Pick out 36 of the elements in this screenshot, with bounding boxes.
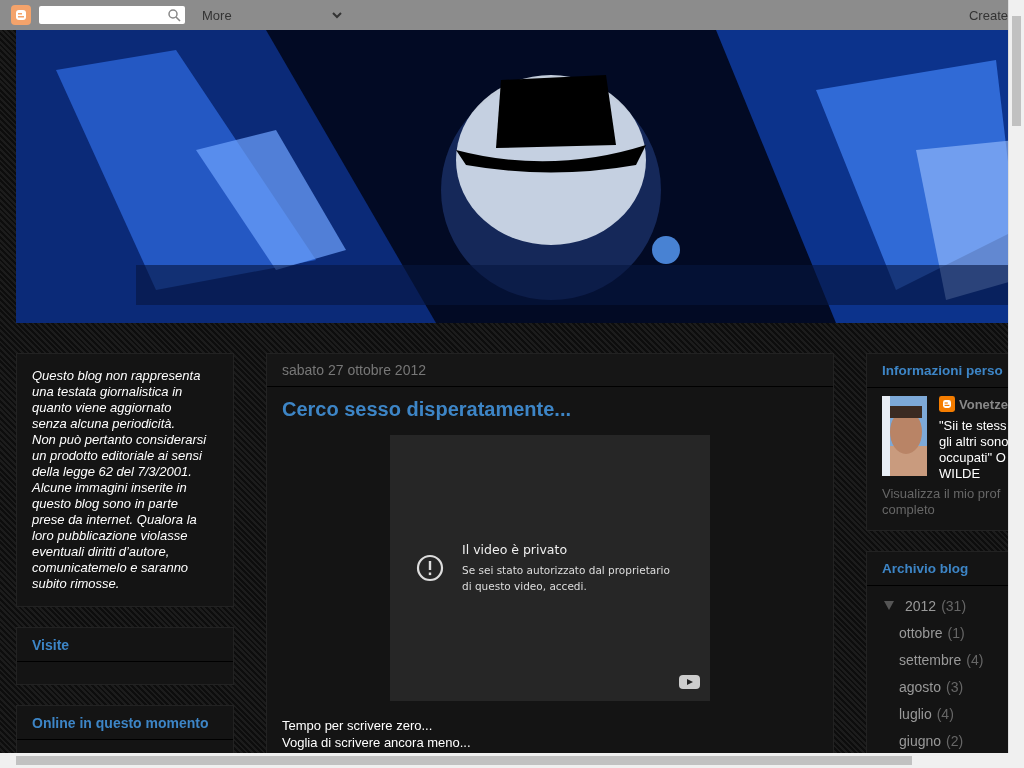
video-status-title: Il video è privato [462,542,569,557]
search-field[interactable] [39,6,185,24]
widget-title: Visite [17,628,233,662]
archive-month[interactable]: ottobre [899,624,943,641]
video-embed[interactable]: Il video è privato Se sei stato autorizzato dal proprietario di questo video, accedi. [390,435,710,701]
vertical-scrollbar[interactable] [1008,0,1024,753]
archive-year[interactable]: 2012 [905,597,937,614]
alert-icon [416,554,444,582]
search-icon[interactable] [168,8,181,22]
triangle-down-icon[interactable] [884,601,894,610]
create-link[interactable]: Create [968,7,1008,23]
post-count: (3) [946,678,964,695]
more-menu[interactable]: More [202,7,232,23]
profile-quote: "Sii te stess gli altri sono occupati" O WILDE [939,418,1008,482]
disclaimer-text: Questo blog non rappresenta una testata giornalistica in quanto viene aggiornato senza alcuna periodicità. Non può pertanto considerarsi un prodotto editoriale ai sensi della legge 62 del 7/3/2001. Alcune immagini inserite in questo blog sono in parte prese da internet. Qualora la loro pubblicazione violasse eventuali diritti d’autore, comunicatemelo e saranno subito rimosse. [32,368,208,592]
profile-name[interactable]: Vonetze [959,396,1008,412]
post-count: (4) [936,705,954,722]
archive-month[interactable]: agosto [899,678,942,695]
archive-month[interactable]: giugno [899,732,942,749]
post-count: (4) [966,651,984,668]
post-count: (1) [947,624,965,641]
video-status-message: Se sei stato autorizzato dal proprietario di questo video, accedi. [462,563,671,594]
chevron-down-icon[interactable] [331,11,342,19]
post-title[interactable]: Cerco sesso disperatamente... [282,397,818,421]
horizontal-scrollbar[interactable] [0,753,1024,768]
blogger-icon[interactable] [11,5,31,25]
archive-month[interactable]: luglio [899,705,932,722]
archive-month[interactable]: settembre [899,651,962,668]
play-logo-icon[interactable] [679,675,700,689]
blogger-icon [939,396,955,412]
post-count: (2) [946,732,964,749]
post-count: (31) [941,597,967,614]
post-text: Voglia di scrivere ancora meno... [282,734,472,751]
post-date: sabato 27 ottobre 2012 [282,362,426,378]
post-text: Tempo per scrivere zero... [282,717,434,734]
widget-title: Online in questo momento [17,706,233,740]
